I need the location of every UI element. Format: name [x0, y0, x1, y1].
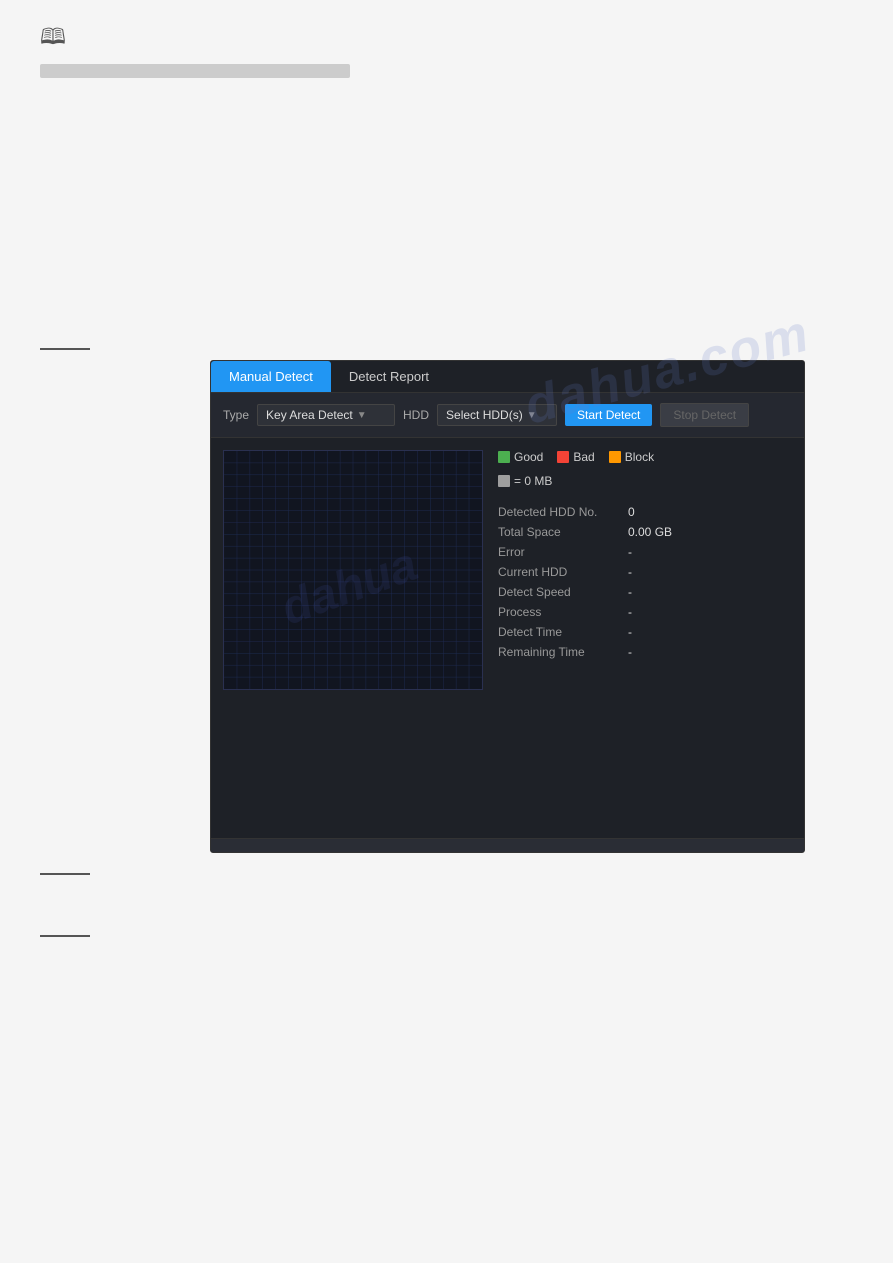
stat-value-1: 0.00 GB	[628, 525, 672, 539]
text-block-7	[40, 298, 853, 328]
good-label: Good	[514, 450, 543, 464]
stat-row-4: Detect Speed -	[498, 582, 792, 602]
divider-bottom-1	[40, 873, 90, 875]
stat-value-7: -	[628, 645, 632, 659]
book-icon: 🕮	[40, 20, 853, 58]
tab-detect-report[interactable]: Detect Report	[331, 361, 447, 392]
stat-label-4: Detect Speed	[498, 585, 628, 599]
stat-label-3: Current HDD	[498, 565, 628, 579]
text-block-4	[40, 178, 853, 208]
stat-row-7: Remaining Time -	[498, 642, 792, 662]
hdd-detect-panel: Manual Detect Detect Report Type Key Are…	[210, 360, 805, 853]
legend-row-2: = 0 MB	[498, 474, 792, 488]
zero-mb-dot	[498, 475, 510, 487]
stats-table: Detected HDD No. 0 Total Space 0.00 GB E…	[498, 502, 792, 662]
stat-value-3: -	[628, 565, 632, 579]
type-label: Type	[223, 408, 249, 422]
panel-body: dahua Good Bad Block	[211, 438, 804, 708]
type-dropdown[interactable]: Key Area Detect ▼	[257, 404, 395, 426]
progress-bar-top	[40, 64, 350, 78]
text-block-5	[40, 218, 853, 248]
stat-row-3: Current HDD -	[498, 562, 792, 582]
type-value: Key Area Detect	[266, 408, 353, 422]
spacer-1	[40, 885, 853, 915]
stat-value-5: -	[628, 605, 632, 619]
type-dropdown-arrow: ▼	[357, 410, 367, 421]
legend-bad: Bad	[557, 450, 594, 464]
legend-good: Good	[498, 450, 543, 464]
hdd-placeholder: Select HDD(s)	[446, 408, 523, 422]
panel-footer	[211, 838, 804, 852]
stat-label-7: Remaining Time	[498, 645, 628, 659]
tabs-bar: Manual Detect Detect Report	[211, 361, 804, 393]
stat-label-6: Detect Time	[498, 625, 628, 639]
stat-row-5: Process -	[498, 602, 792, 622]
bottom-section	[40, 873, 853, 937]
hdd-dropdown[interactable]: Select HDD(s) ▼	[437, 404, 557, 426]
stat-value-0: 0	[628, 505, 635, 519]
controls-row: Type Key Area Detect ▼ HDD Select HDD(s)…	[211, 393, 804, 438]
divider-top	[40, 348, 90, 350]
divider-bottom-2	[40, 935, 90, 937]
stat-value-2: -	[628, 545, 632, 559]
panel-extra-space	[211, 708, 804, 838]
stat-row-2: Error -	[498, 542, 792, 562]
zero-mb-label: = 0 MB	[514, 474, 552, 488]
text-block-2	[40, 98, 853, 128]
block-dot	[609, 451, 621, 463]
stat-value-4: -	[628, 585, 632, 599]
good-dot	[498, 451, 510, 463]
stat-row-1: Total Space 0.00 GB	[498, 522, 792, 542]
text-block-6	[40, 258, 853, 288]
tab-manual-detect[interactable]: Manual Detect	[211, 361, 331, 392]
stop-detect-button: Stop Detect	[660, 403, 749, 427]
legend-block: Block	[609, 450, 654, 464]
stat-value-6: -	[628, 625, 632, 639]
stat-row-0: Detected HDD No. 0	[498, 502, 792, 522]
grid-canvas: dahua	[223, 450, 483, 690]
stat-row-6: Detect Time -	[498, 622, 792, 642]
block-label: Block	[625, 450, 654, 464]
start-detect-button[interactable]: Start Detect	[565, 404, 652, 426]
text-block-3	[40, 138, 853, 168]
bad-dot	[557, 451, 569, 463]
legend-zero-mb: = 0 MB	[498, 474, 552, 488]
hdd-dropdown-arrow: ▼	[527, 410, 537, 421]
stat-label-1: Total Space	[498, 525, 628, 539]
stat-label-2: Error	[498, 545, 628, 559]
bad-label: Bad	[573, 450, 594, 464]
info-panel: Good Bad Block = 0 MB	[498, 450, 792, 696]
stat-label-0: Detected HDD No.	[498, 505, 628, 519]
stat-label-5: Process	[498, 605, 628, 619]
hdd-label: HDD	[403, 408, 429, 422]
legend-row-1: Good Bad Block	[498, 450, 792, 464]
